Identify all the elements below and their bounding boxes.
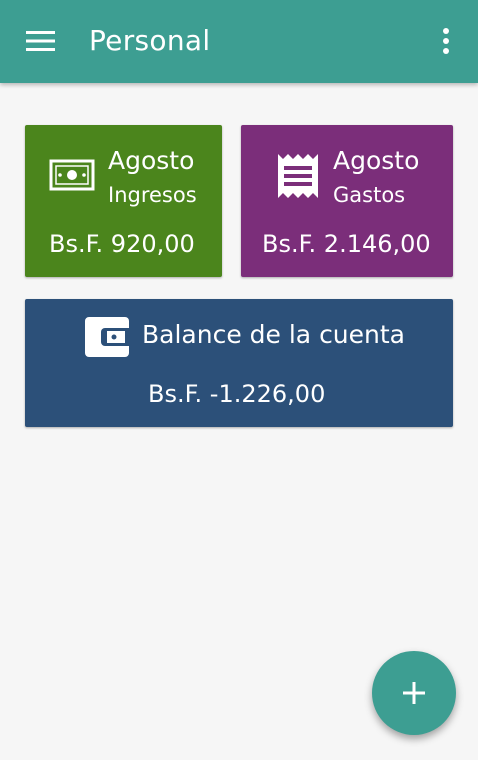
cash-bill-icon	[49, 159, 95, 191]
receipt-icon	[278, 154, 318, 198]
app-bar: Personal	[0, 0, 478, 83]
income-label: Ingresos	[108, 183, 197, 207]
menu-button[interactable]	[18, 20, 64, 62]
income-month: Agosto	[108, 146, 195, 175]
page-title: Personal	[89, 24, 211, 57]
expense-amount: Bs.F. 2.146,00	[262, 230, 431, 258]
balance-amount: Bs.F. -1.226,00	[148, 380, 326, 408]
hamburger-menu-icon	[26, 31, 55, 51]
balance-card[interactable]: Balance de la cuenta Bs.F. -1.226,00	[25, 299, 453, 427]
income-card[interactable]: Agosto Ingresos Bs.F. 920,00	[25, 125, 222, 277]
wallet-icon	[85, 317, 129, 357]
expense-label: Gastos	[333, 183, 406, 207]
add-icon	[403, 682, 425, 704]
income-amount: Bs.F. 920,00	[49, 230, 195, 258]
add-transaction-button[interactable]	[372, 651, 456, 735]
overflow-menu-button[interactable]	[426, 20, 466, 62]
balance-heading: Balance de la cuenta	[142, 320, 406, 349]
expense-month: Agosto	[333, 146, 420, 175]
more-vert-icon	[443, 28, 449, 54]
expense-card[interactable]: Agosto Gastos Bs.F. 2.146,00	[241, 125, 453, 277]
